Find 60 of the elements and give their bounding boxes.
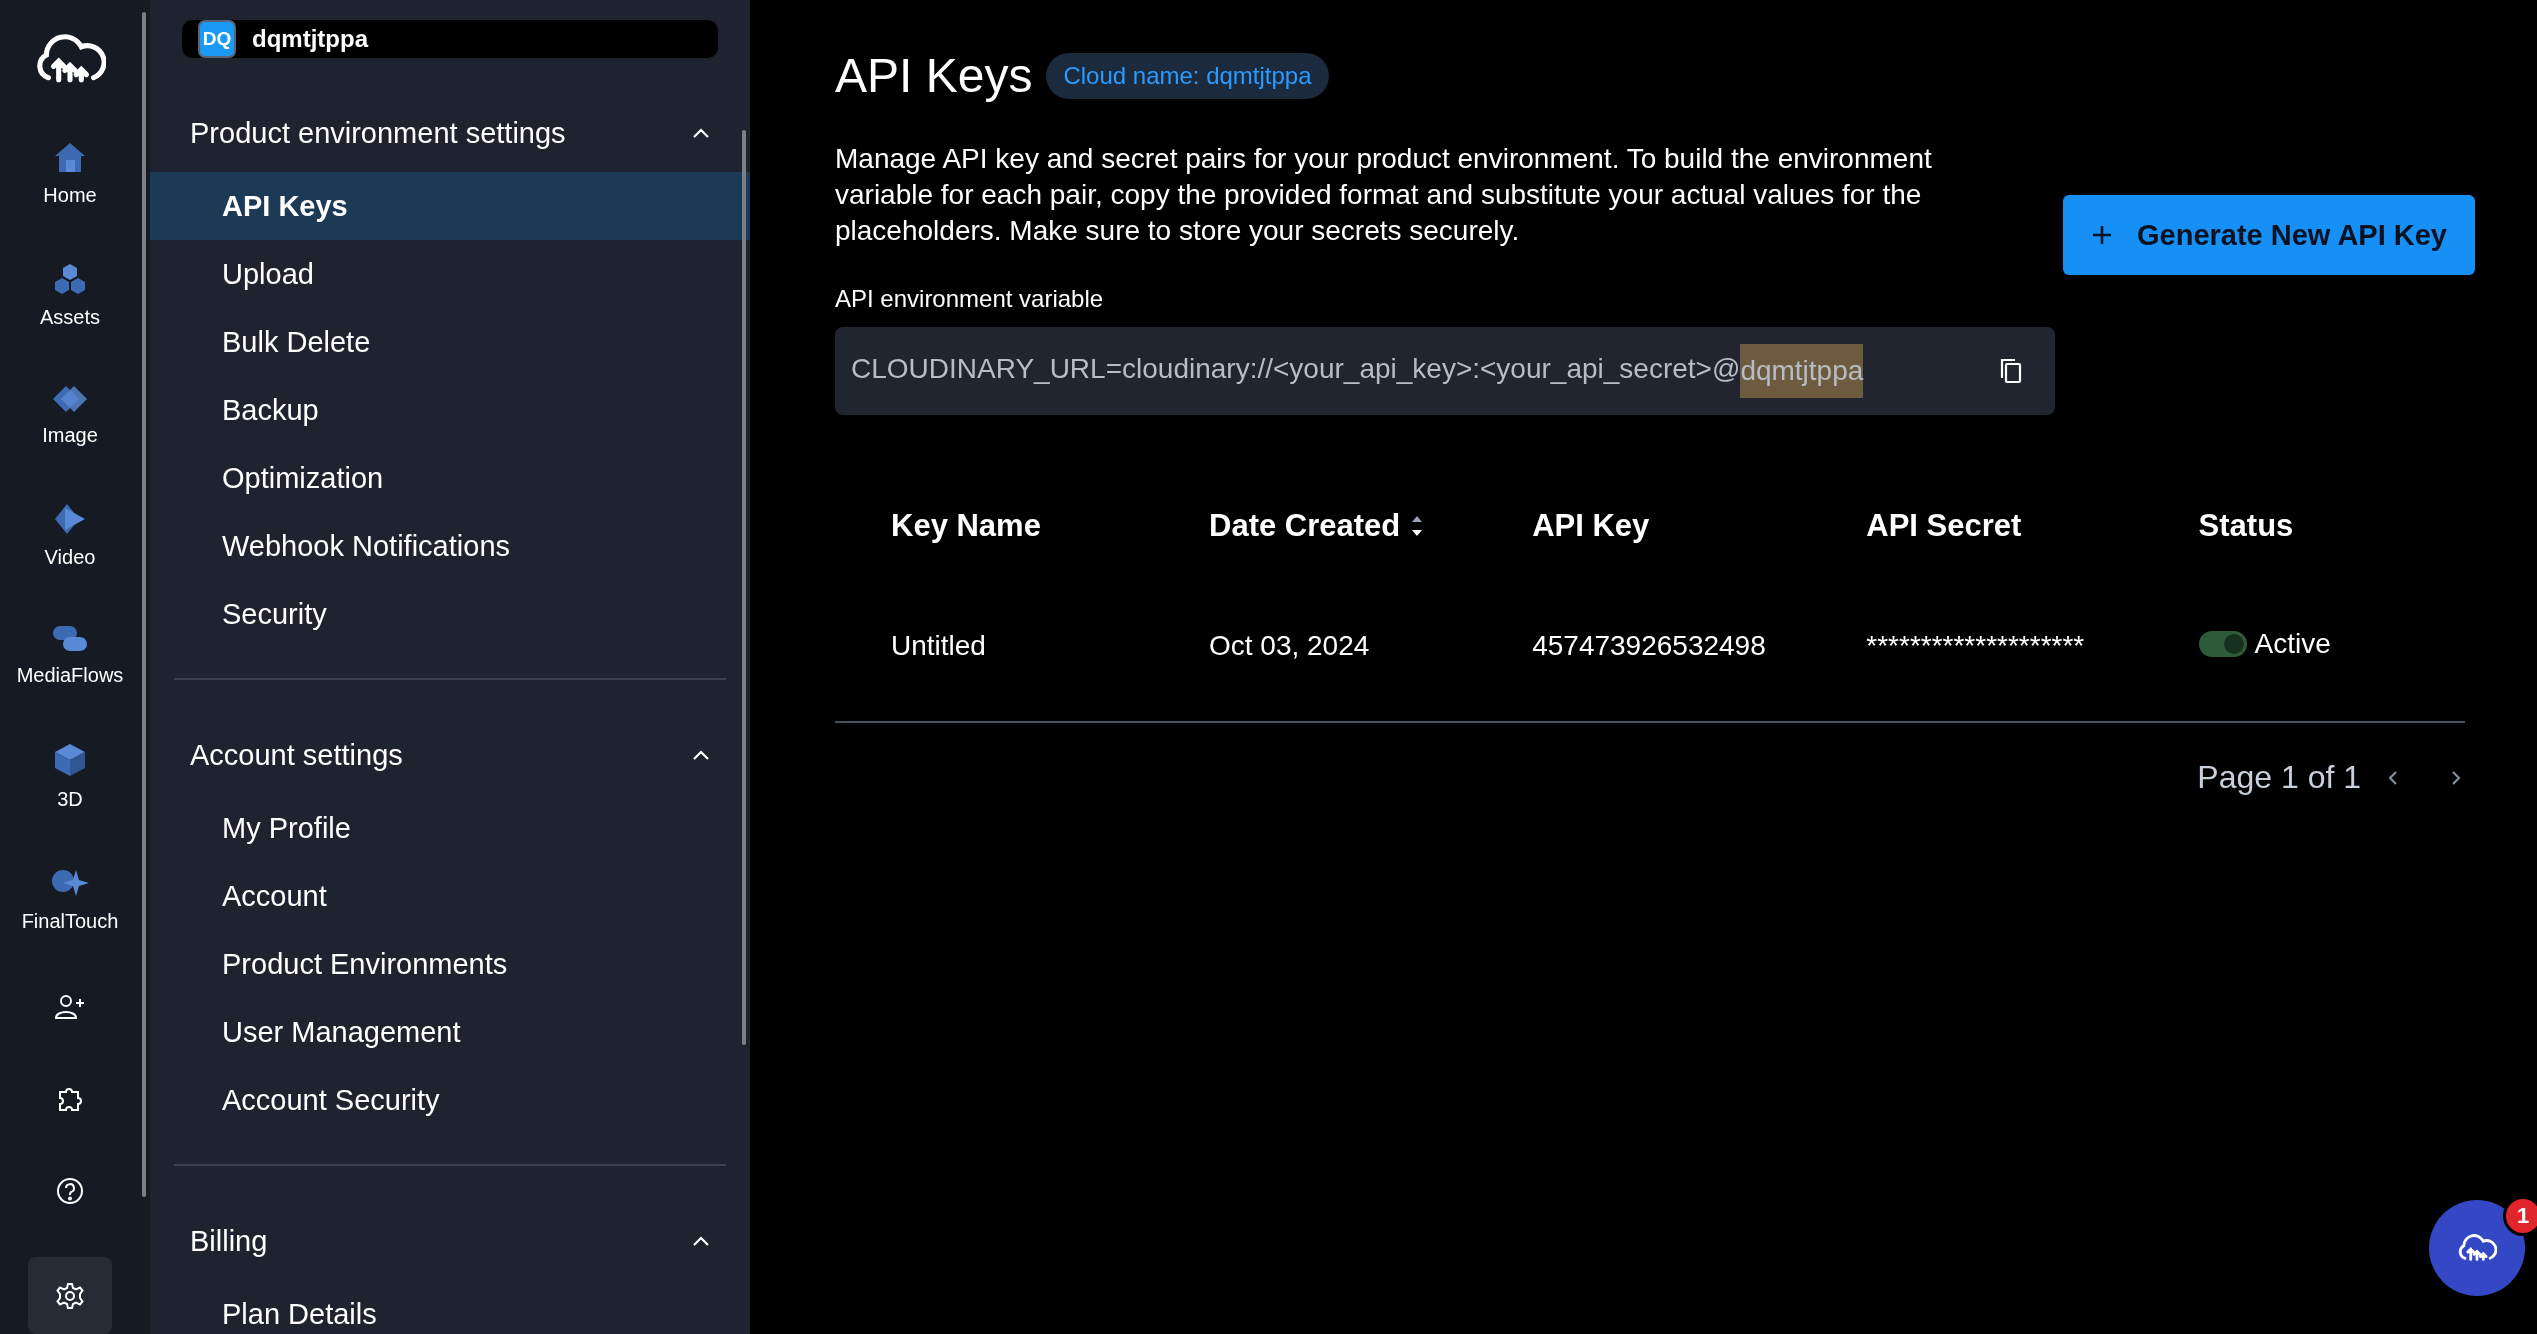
nav-item[interactable]: Assets [2,254,138,338]
sidebar-link[interactable]: API Keys [150,172,750,240]
status-toggle[interactable] [2198,631,2247,657]
nav-item[interactable]: 3D [2,734,138,820]
sidebar-link[interactable]: Account Security [150,1066,750,1134]
page-title: API Keys [835,48,1033,103]
account-avatar: DQ [198,20,236,58]
column-header[interactable]: Date Created [1209,508,1425,544]
cloud-icon [2457,1234,2497,1262]
sidebar-link[interactable]: My Profile [150,794,750,862]
plus-icon [2091,224,2113,246]
sidebar-link[interactable]: Plan Details [150,1280,750,1334]
chevron-icon[interactable] [692,127,710,139]
cube-icon [52,742,88,779]
column-header: API Secret [1866,508,2022,544]
chevron-icon[interactable] [692,1235,710,1247]
copy-icon[interactable] [1999,357,2023,385]
add-user-icon[interactable] [54,992,86,1021]
previous-page-icon[interactable] [2387,768,2399,787]
settings-icon[interactable] [55,1280,85,1311]
account-switcher[interactable]: DQ dqmtjtppa [182,20,718,58]
cloud-name-badge: Cloud name: dqmtjtppa [1046,52,1329,99]
sidebar-link[interactable]: Bulk Delete [150,308,750,376]
status-text: Active [2254,628,2331,660]
table-cell: 457473926532498 [1532,630,1766,661]
hexagons-icon [52,262,88,297]
sidebar-link[interactable]: Backup [150,376,750,444]
cloud-logo-icon [34,34,106,85]
field-label: API environment variable [835,285,1105,313]
section-title[interactable]: Product environment settings [190,116,566,150]
sidebar-link[interactable]: Product Environments [150,930,750,998]
account-name: dqmtjtppa [252,25,368,53]
table-cell: Untitled [891,630,986,661]
nav-item[interactable]: FinalTouch [2,858,138,942]
table-cell: ******************** [1866,630,2085,661]
help-icon[interactable] [55,1176,85,1207]
column-header: API Key [1532,508,1650,544]
nav-item[interactable] [28,1257,112,1334]
generate-key-button[interactable]: Generate New API Key [2063,195,2475,275]
nav-item[interactable]: Video [2,494,138,578]
sidebar-link[interactable]: User Management [150,998,750,1066]
description-text: Manage API key and secret pairs for your product environment. To build the environment variable for each pair, copy the provided format and substitute your actual values for the placeholders. Make sure to store your secrets securely. [835,142,1933,248]
sidebar-link[interactable]: Account [150,862,750,930]
section-title[interactable]: Billing [190,1224,268,1258]
sidebar-link[interactable]: Security [150,580,750,648]
column-header: Status [2198,508,2294,544]
nav-item[interactable]: Image [2,376,138,456]
diamond-icon [52,384,88,415]
nav-item[interactable]: Home [2,132,138,216]
sidebar-link[interactable]: Webhook Notifications [150,512,750,580]
chevron-icon[interactable] [692,749,710,761]
table-cell: Oct 03, 2024 [1209,630,1370,661]
column-header: Key Name [891,508,1041,544]
sidebar-link[interactable]: Upload [150,240,750,308]
house-icon [53,140,87,175]
nav-item[interactable]: MediaFlows [2,616,138,696]
section-title[interactable]: Account settings [190,738,403,772]
page-indicator: Page 1 of 1 [2197,759,2361,796]
sidebar-link[interactable]: Optimization [150,444,750,512]
notification-badge: 1 [2503,1196,2537,1236]
